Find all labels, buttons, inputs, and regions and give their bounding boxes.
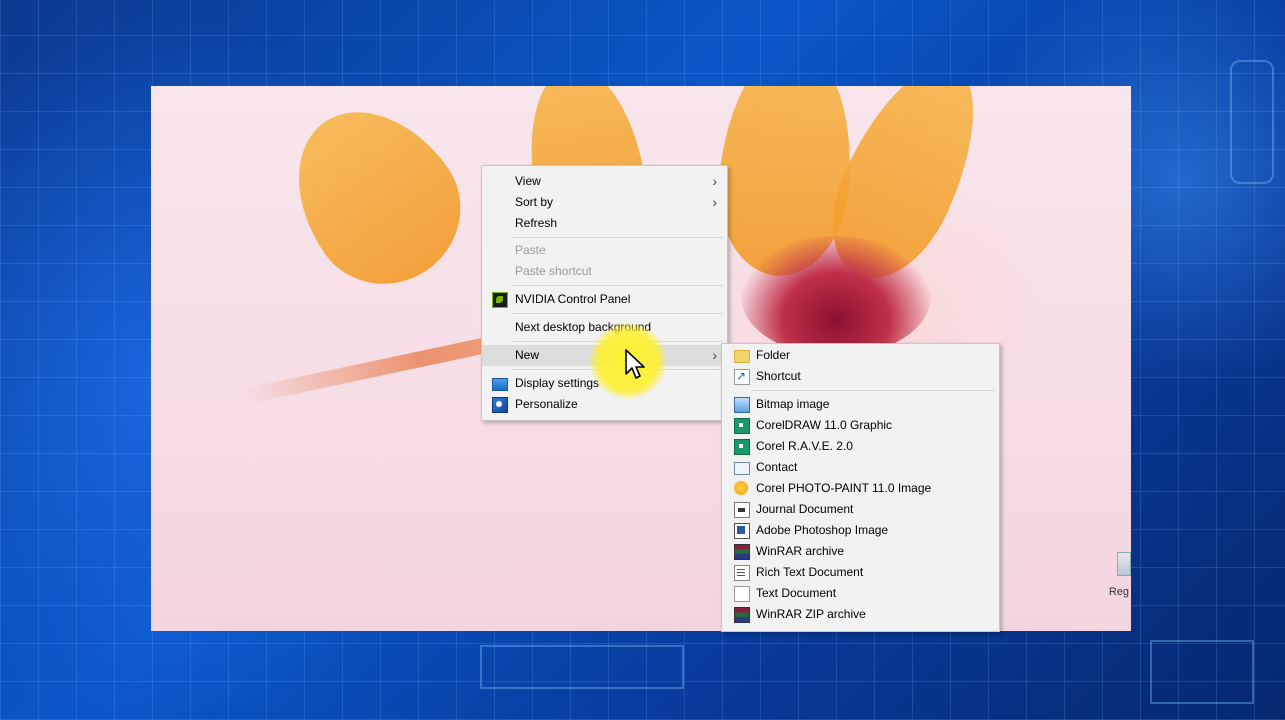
submenu-item-label: WinRAR ZIP archive [756,607,866,621]
text-document-icon [734,586,750,602]
submenu-item-rich-text-document[interactable]: Rich Text Document [722,562,999,583]
menu-item-view[interactable]: View › [482,171,727,192]
menu-separator [512,237,723,238]
submenu-item-label: Rich Text Document [756,565,864,579]
menu-separator [512,313,723,314]
bitmap-icon [734,397,750,413]
menu-item-label: Sort by [515,195,554,209]
submenu-item-label: Corel PHOTO-PAINT 11.0 Image [756,481,932,495]
submenu-item-folder[interactable]: Folder [722,345,999,366]
menu-item-label: NVIDIA Control Panel [515,292,631,306]
menu-item-sort-by[interactable]: Sort by › [482,192,727,213]
submenu-item-label: Contact [756,460,798,474]
menu-item-refresh[interactable]: Refresh [482,213,727,234]
chevron-right-icon: › [712,194,717,210]
menu-item-label: Paste shortcut [515,264,592,278]
coreldraw-icon [734,418,750,434]
contact-icon [734,462,750,475]
menu-item-personalize[interactable]: Personalize [482,394,727,415]
chevron-right-icon: › [712,173,717,189]
submenu-item-photoshop-image[interactable]: Adobe Photoshop Image [722,520,999,541]
photo-paint-icon [734,481,748,495]
winrar-zip-icon [734,607,750,623]
folder-icon [734,350,750,363]
menu-separator [752,390,995,391]
submenu-item-bitmap-image[interactable]: Bitmap image [722,394,999,415]
menu-item-nvidia-control-panel[interactable]: NVIDIA Control Panel [482,289,727,310]
photoshop-icon [734,523,750,539]
menu-item-paste-shortcut[interactable]: Paste shortcut [482,261,727,282]
menu-item-label: Refresh [515,216,558,230]
menu-item-label: Paste [515,243,546,257]
submenu-item-corel-photo-paint[interactable]: Corel PHOTO-PAINT 11.0 Image [722,478,999,499]
submenu-item-label: Corel R.A.V.E. 2.0 [756,439,853,453]
corel-rave-icon [734,439,750,455]
desktop-file-icon[interactable] [1117,552,1131,576]
submenu-item-corel-rave[interactable]: Corel R.A.V.E. 2.0 [722,436,999,457]
mouse-pointer-icon [625,349,645,379]
submenu-item-text-document[interactable]: Text Document [722,583,999,604]
circuit-decoration [1230,60,1274,184]
menu-item-label: New [515,348,540,362]
journal-icon [734,502,750,518]
winrar-icon [734,544,750,560]
nvidia-icon [492,292,508,308]
submenu-item-winrar-zip-archive[interactable]: WinRAR ZIP archive [722,604,999,625]
circuit-decoration [480,645,684,689]
menu-item-label: Display settings [515,376,600,390]
submenu-item-label: Adobe Photoshop Image [756,523,889,537]
submenu-item-winrar-archive[interactable]: WinRAR archive [722,541,999,562]
submenu-item-label: CorelDRAW 11.0 Graphic [756,418,893,432]
submenu-item-label: WinRAR archive [756,544,845,558]
submenu-item-label: Folder [756,348,791,362]
shortcut-icon [734,366,750,387]
menu-item-label: View [515,174,541,188]
flower-center [741,236,931,356]
rtf-icon [734,565,750,581]
circuit-decoration [1150,640,1254,704]
new-submenu: Folder Shortcut Bitmap image CorelDRAW 1… [721,343,1000,632]
menu-item-label: Personalize [515,397,578,411]
submenu-item-label: Journal Document [756,502,854,516]
submenu-item-journal-document[interactable]: Journal Document [722,499,999,520]
desktop-icon-label[interactable]: Reg [1109,586,1129,598]
submenu-item-label: Text Document [756,586,837,600]
submenu-item-label: Bitmap image [756,397,830,411]
submenu-item-shortcut[interactable]: Shortcut [722,366,999,387]
personalize-icon [492,397,508,413]
submenu-item-coreldraw-graphic[interactable]: CorelDRAW 11.0 Graphic [722,415,999,436]
menu-item-paste[interactable]: Paste [482,240,727,261]
menu-separator [512,285,723,286]
submenu-item-label: Shortcut [756,369,801,383]
chevron-right-icon: › [712,347,717,363]
display-icon [492,378,508,391]
flower-petal [262,86,490,313]
submenu-item-contact[interactable]: Contact [722,457,999,478]
